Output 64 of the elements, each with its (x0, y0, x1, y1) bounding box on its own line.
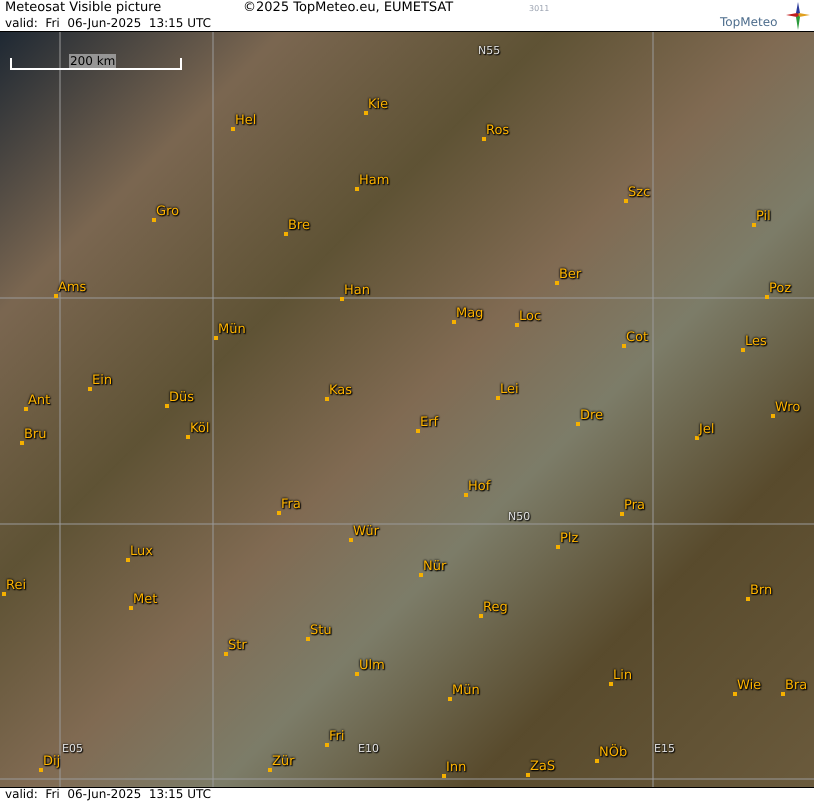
city-label: Dij (43, 755, 60, 769)
city-label: Reg (483, 601, 508, 615)
grid-label: N55 (478, 45, 500, 57)
grid-label: E05 (62, 743, 83, 755)
city-label: Szc (628, 186, 650, 200)
city-label: Pil (756, 210, 771, 224)
compass-star-icon (786, 2, 810, 30)
logo-text: TopMeteo (720, 15, 778, 30)
city-label: Cot (626, 331, 648, 345)
grid-label: N50 (508, 511, 530, 523)
city-label: Ham (359, 174, 390, 188)
city-label: Wür (353, 525, 379, 539)
city-label: Jel (699, 423, 714, 437)
page-title: Meteosat Visible picture (5, 0, 162, 16)
city-label: Les (745, 335, 767, 349)
city-label: Ber (559, 268, 582, 282)
city-label: Wro (775, 401, 800, 415)
city-label: Plz (560, 532, 578, 546)
grid-label: E10 (358, 743, 379, 755)
grid-label: E15 (654, 743, 675, 755)
city-label: Ros (486, 124, 510, 138)
city-label: Ant (28, 394, 50, 408)
city-label: Düs (169, 391, 194, 405)
city-label: Bru (24, 428, 47, 442)
city-label: Lin (613, 669, 632, 683)
city-label: Poz (769, 282, 792, 296)
city-label: Str (228, 639, 247, 653)
city-label: Köl (190, 422, 210, 436)
city-label: Rei (6, 579, 26, 593)
city-label: Bre (288, 219, 310, 233)
city-label: Inn (446, 761, 466, 775)
city-label: Mün (452, 684, 480, 698)
city-label: Erf (420, 416, 438, 430)
city-label: Kie (368, 98, 388, 112)
city-label: Loc (519, 310, 542, 324)
valid-time: valid: Fri 06-Jun-2025 13:15 UTC (5, 788, 212, 801)
city-label: Met (133, 593, 158, 607)
valid-time: valid: Fri 06-Jun-2025 13:15 UTC (5, 16, 212, 31)
city-label: Dre (580, 409, 604, 423)
city-label: NÖb (599, 746, 628, 760)
copyright-text: ©2025 TopMeteo.eu, EUMETSAT (243, 0, 454, 16)
city-label: Stu (310, 624, 332, 638)
city-label: Bra (785, 679, 808, 693)
city-label: Han (344, 284, 370, 298)
city-label: Ulm (359, 659, 385, 673)
city-label: Wie (737, 679, 762, 693)
city-label: Hel (235, 114, 256, 128)
city-label: Gro (156, 205, 180, 219)
city-label: ZaS (530, 760, 556, 774)
city-label: Mün (218, 323, 246, 337)
city-label: Pra (624, 499, 645, 513)
city-label: Zür (272, 755, 294, 769)
city-label: Hof (468, 480, 490, 494)
scale-label: 200 km (69, 54, 116, 68)
city-label: Fri (329, 730, 344, 744)
city-label: Mag (456, 307, 484, 321)
city-label: Fra (281, 498, 301, 512)
city-label: Lei (500, 383, 519, 397)
city-label: Kas (329, 384, 352, 398)
city-label: Ein (92, 374, 112, 388)
image-code: 3011 (529, 4, 550, 14)
city-label: Nür (423, 560, 446, 574)
city-label: Brn (750, 584, 772, 598)
city-label: Lux (130, 545, 153, 559)
